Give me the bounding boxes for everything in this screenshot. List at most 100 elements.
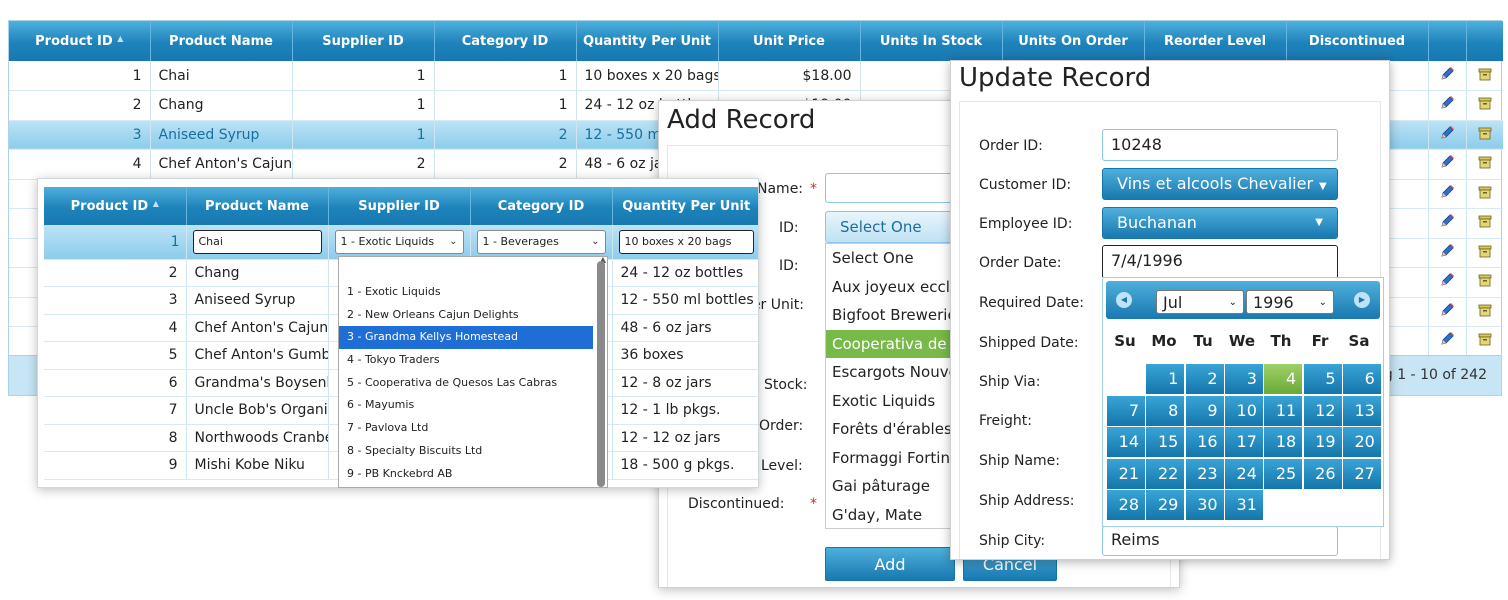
- trash-delete-icon[interactable]: [1477, 186, 1493, 204]
- column-header-product-id[interactable]: Product ID ▲: [9, 21, 151, 61]
- edit-quantity-input[interactable]: 10 boxes x 20 bags: [618, 229, 754, 254]
- prev-month-icon[interactable]: ◀: [1116, 292, 1132, 308]
- supplier-option[interactable]: 8 - Specialty Biscuits Ltd: [339, 440, 593, 463]
- column-header-supplier-id[interactable]: Supplier ID: [292, 21, 435, 61]
- supplier-select[interactable]: Select One: [825, 211, 965, 243]
- calendar-day[interactable]: 8: [1146, 395, 1185, 426]
- supplier-select-option[interactable]: Bigfoot Breweries: [826, 301, 964, 330]
- calendar-day[interactable]: 2: [1185, 364, 1224, 394]
- supplier-select-option[interactable]: Cooperativa de Quesos: [826, 329, 964, 358]
- calendar-day[interactable]: 12: [1303, 395, 1342, 426]
- calendar-day[interactable]: 13: [1342, 395, 1381, 426]
- calendar-day[interactable]: 6: [1342, 364, 1381, 394]
- edit-category-select[interactable]: 1 - Beverages ⌄: [476, 229, 606, 254]
- calendar-day[interactable]: 15: [1146, 427, 1185, 457]
- trash-delete-icon[interactable]: [1477, 333, 1493, 351]
- calendar-day[interactable]: 18: [1264, 427, 1303, 457]
- add-name-input[interactable]: [825, 173, 965, 203]
- pencil-edit-icon[interactable]: [1439, 125, 1455, 145]
- calendar-day[interactable]: 4: [1264, 364, 1303, 394]
- calendar-day[interactable]: 29: [1146, 490, 1185, 520]
- column-header-category-id[interactable]: Category ID: [434, 21, 577, 61]
- supplier-option[interactable]: 2 - New Orleans Cajun Delights: [339, 304, 593, 327]
- order-id-input[interactable]: 10248: [1102, 129, 1338, 161]
- calendar-day[interactable]: 14: [1107, 427, 1145, 457]
- calendar-day[interactable]: 17: [1224, 427, 1263, 457]
- trash-delete-icon[interactable]: [1477, 68, 1493, 86]
- supplier-option[interactable]: 5 - Cooperativa de Quesos Las Cabras: [339, 372, 593, 395]
- calendar-day[interactable]: 9: [1185, 395, 1224, 426]
- calendar-day[interactable]: 20: [1342, 427, 1381, 457]
- calendar-day[interactable]: 27: [1342, 458, 1381, 489]
- supplier-select-option[interactable]: G'day, Mate: [826, 501, 964, 529]
- trash-delete-icon[interactable]: [1477, 97, 1493, 115]
- order-date-input[interactable]: 7/4/1996: [1102, 245, 1338, 279]
- trash-delete-icon[interactable]: [1477, 215, 1493, 233]
- pencil-edit-icon[interactable]: [1439, 184, 1455, 204]
- calendar-day[interactable]: 25: [1264, 458, 1303, 489]
- supplier-select-option[interactable]: Escargots Nouveaux: [826, 358, 964, 387]
- calendar-day[interactable]: 10: [1224, 395, 1263, 426]
- year-select[interactable]: 1996 ⌄: [1246, 290, 1334, 314]
- calendar-day[interactable]: 11: [1264, 395, 1303, 426]
- ship-city-input[interactable]: Reims: [1102, 526, 1338, 556]
- pencil-edit-icon[interactable]: [1439, 214, 1455, 233]
- column-header-quantity[interactable]: Quantity Per Unit: [612, 187, 758, 225]
- calendar-day[interactable]: 16: [1185, 427, 1224, 457]
- calendar-day[interactable]: 19: [1303, 427, 1342, 457]
- pencil-edit-icon[interactable]: [1439, 273, 1455, 292]
- column-header-reorder-level[interactable]: Reorder Level: [1144, 21, 1287, 61]
- trash-delete-icon[interactable]: [1477, 127, 1493, 145]
- calendar-day[interactable]: 31: [1224, 490, 1263, 520]
- calendar-day[interactable]: 28: [1107, 490, 1145, 520]
- supplier-select-option[interactable]: Aux joyeux ecclésiastiques: [826, 273, 964, 302]
- supplier-option[interactable]: 3 - Grandma Kellys Homestead: [339, 326, 593, 350]
- next-month-icon[interactable]: ▶: [1354, 292, 1370, 308]
- calendar-day[interactable]: 5: [1303, 364, 1342, 394]
- calendar-day[interactable]: 24: [1224, 458, 1263, 489]
- supplier-select-option[interactable]: Exotic Liquids: [826, 387, 964, 416]
- column-header-category-id[interactable]: Category ID: [470, 187, 613, 225]
- pencil-edit-icon[interactable]: [1439, 155, 1455, 174]
- column-header-unit-price[interactable]: Unit Price: [718, 21, 861, 61]
- calendar-day[interactable]: 23: [1185, 458, 1224, 489]
- column-header-product-name[interactable]: Product Name: [186, 187, 329, 225]
- employee-id-dropdown[interactable]: Buchanan ▼: [1102, 207, 1338, 239]
- pencil-edit-icon[interactable]: [1439, 243, 1455, 263]
- pencil-edit-icon[interactable]: [1439, 302, 1455, 322]
- pencil-edit-icon[interactable]: [1439, 332, 1455, 351]
- column-header-supplier-id[interactable]: Supplier ID: [328, 187, 471, 225]
- supplier-option[interactable]: 6 - Mayumis: [339, 394, 593, 417]
- trash-delete-icon[interactable]: [1477, 156, 1493, 174]
- column-header-product-name[interactable]: Product Name: [150, 21, 293, 61]
- pencil-edit-icon[interactable]: [1439, 66, 1455, 86]
- month-select[interactable]: Jul ⌄: [1156, 290, 1244, 314]
- trash-delete-icon[interactable]: [1477, 245, 1493, 263]
- column-header-units-in-stock[interactable]: Units In Stock: [860, 21, 1003, 61]
- column-header-discontinued[interactable]: Discontinued: [1286, 21, 1429, 61]
- calendar-day[interactable]: 7: [1107, 395, 1145, 426]
- calendar-day[interactable]: 30: [1185, 490, 1224, 520]
- supplier-option[interactable]: 1 - Exotic Liquids: [339, 281, 593, 304]
- calendar-day[interactable]: 3: [1224, 364, 1263, 394]
- calendar-day[interactable]: 22: [1146, 458, 1185, 489]
- customer-id-dropdown[interactable]: Vins et alcools Chevalier ▼: [1102, 168, 1338, 200]
- supplier-select-option[interactable]: Forêts d'érables: [826, 415, 964, 444]
- supplier-select-option[interactable]: Select One: [826, 244, 964, 273]
- calendar-day[interactable]: 1: [1146, 364, 1185, 394]
- supplier-select-option[interactable]: Formaggi Fortini: [826, 444, 964, 473]
- supplier-option[interactable]: 4 - Tokyo Traders: [339, 349, 593, 372]
- column-header-product-id[interactable]: Product ID ▲: [44, 187, 187, 225]
- calendar-day[interactable]: 21: [1107, 458, 1145, 489]
- trash-delete-icon[interactable]: [1477, 304, 1493, 322]
- pencil-edit-icon[interactable]: [1439, 96, 1455, 115]
- trash-delete-icon[interactable]: [1477, 274, 1493, 292]
- supplier-option[interactable]: 9 - PB Knckebrd AB: [339, 463, 593, 486]
- edit-supplier-select[interactable]: 1 - Exotic Liquids ⌄: [334, 229, 464, 254]
- supplier-select-option[interactable]: Gai pâturage: [826, 472, 964, 501]
- column-header-units-on-order[interactable]: Units On Order: [1002, 21, 1145, 61]
- supplier-option[interactable]: 7 - Pavlova Ltd: [339, 417, 593, 440]
- column-header-quantity[interactable]: Quantity Per Unit: [576, 21, 719, 61]
- add-button[interactable]: Add: [825, 547, 955, 581]
- dropdown-scrollbar[interactable]: [597, 261, 605, 487]
